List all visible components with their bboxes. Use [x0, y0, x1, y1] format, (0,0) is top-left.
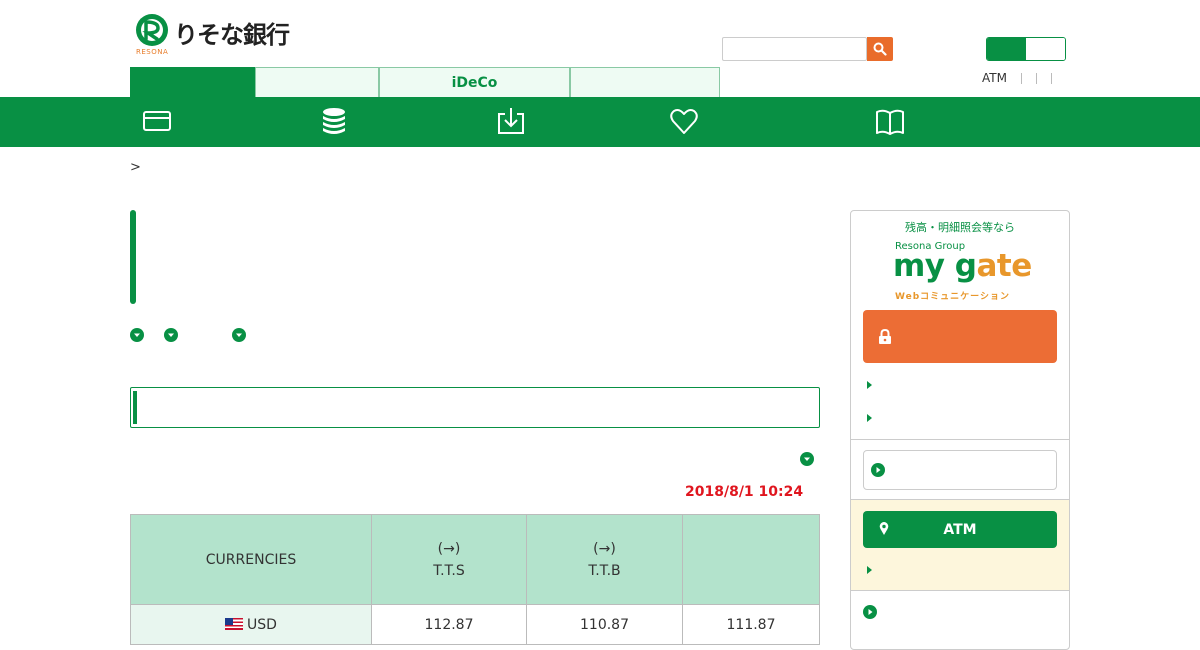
util-link-atm[interactable]: ATM — [982, 71, 1007, 85]
table-header-row: CURRENCIES (→) T.T.S (→) T.T.B — [130, 514, 820, 605]
card-icon[interactable] — [141, 105, 173, 137]
link-arrow-icon[interactable] — [867, 414, 872, 422]
book-icon[interactable] — [874, 105, 906, 137]
col-header-tts-label: T.T.S — [433, 562, 465, 579]
mygate-sidebar: 残高・明細照会等なら Resona Group my gate Webコミュニケ… — [850, 210, 1070, 650]
search-button[interactable] — [867, 37, 893, 61]
util-divider — [1050, 72, 1052, 84]
tab-other[interactable] — [570, 67, 720, 97]
category-tabs: iDeCo — [130, 67, 720, 97]
rate-timestamp: 2018/8/1 10:24 — [685, 484, 804, 500]
atm-search-button[interactable]: ATM — [863, 511, 1057, 548]
logo-text: りそな銀行 — [174, 21, 290, 49]
login-button[interactable] — [863, 310, 1057, 363]
table-row: USD 112.87 110.87 111.87 — [130, 604, 820, 645]
chevron-right-circle-icon — [871, 463, 885, 477]
search-input[interactable] — [722, 37, 867, 61]
main-nav-bar — [0, 97, 1200, 147]
col-header-ttb-arrow: (→) — [593, 540, 616, 557]
col-header-mid — [682, 514, 820, 605]
coins-stack-icon[interactable] — [318, 105, 350, 137]
util-divider — [1035, 72, 1037, 84]
page-title-accent — [130, 210, 136, 304]
us-flag-icon — [225, 617, 244, 630]
sidebar-divider — [851, 439, 1069, 440]
col-header-tts-arrow: (→) — [437, 540, 461, 557]
section-heading-accent — [133, 391, 137, 424]
search-icon — [873, 42, 887, 56]
currency-code: USD — [247, 616, 277, 633]
chevron-down-circle-icon[interactable] — [164, 328, 178, 342]
col-header-tts: (→) T.T.S — [371, 514, 527, 605]
util-divider — [1020, 72, 1022, 84]
resona-logo-mark-icon — [136, 14, 168, 46]
logo-subtitle: RESONA — [136, 48, 169, 56]
heart-icon[interactable] — [668, 105, 700, 137]
mygate-logo[interactable]: my gate — [893, 248, 1032, 284]
breadcrumb-separator: > — [130, 160, 141, 175]
chevron-down-circle-icon[interactable] — [800, 452, 814, 466]
tab-business[interactable] — [255, 67, 379, 97]
col-header-currencies: CURRENCIES — [130, 514, 372, 605]
mygate-subtitle: Webコミュニケーション — [895, 292, 1010, 302]
site-toggle[interactable] — [986, 37, 1066, 61]
sidebar-tagline: 残高・明細照会等なら — [905, 221, 1015, 234]
utility-links: ATM — [982, 71, 1052, 85]
tab-personal[interactable] — [130, 67, 255, 97]
section-heading — [130, 387, 820, 428]
atm-section: ATM — [851, 499, 1069, 591]
mygate-logo-part-b: ate — [976, 248, 1033, 284]
mygate-logo-part-a: my g — [893, 248, 977, 284]
lock-icon — [879, 329, 891, 344]
link-arrow-icon[interactable] — [867, 381, 872, 389]
atm-button-label: ATM — [943, 521, 977, 538]
ttb-cell: 110.87 — [526, 604, 683, 645]
resona-logo[interactable]: RESONA りそな銀行 — [134, 12, 304, 56]
toggle-option-active[interactable] — [987, 38, 1026, 60]
chevron-right-circle-icon[interactable] — [863, 605, 877, 619]
col-header-ttb: (→) T.T.B — [526, 514, 683, 605]
breadcrumb: > — [130, 160, 141, 175]
tab-ideco[interactable]: iDeCo — [379, 67, 570, 97]
toggle-option-inactive[interactable] — [1026, 38, 1065, 60]
currency-cell: USD — [130, 604, 372, 645]
col-header-ttb-label: T.T.B — [588, 562, 621, 579]
mid-cell: 111.87 — [682, 604, 820, 645]
map-pin-icon — [879, 522, 889, 535]
chevron-down-circle-icon[interactable] — [130, 328, 144, 342]
sidebar-link-button[interactable] — [863, 450, 1057, 490]
link-arrow-icon[interactable] — [867, 566, 872, 574]
exchange-rate-table: CURRENCIES (→) T.T.S (→) T.T.B USD 112.8… — [130, 514, 820, 645]
chevron-down-circle-icon[interactable] — [232, 328, 246, 342]
download-tray-icon[interactable] — [495, 105, 527, 137]
tts-cell: 112.87 — [371, 604, 527, 645]
